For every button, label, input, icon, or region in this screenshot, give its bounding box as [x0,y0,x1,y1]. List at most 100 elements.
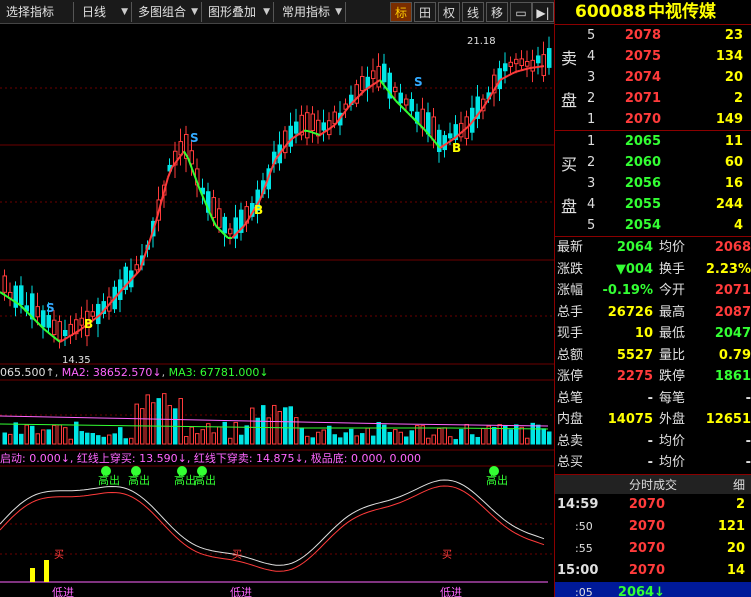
ask-row[interactable]: 2 2071 2 [583,88,751,109]
volume-bar [442,427,447,445]
volume-bar [13,422,18,445]
tick-price: 2070 [628,562,665,578]
stat-row: 总额 5527 量比 0.79 [555,345,751,367]
kline-chart[interactable]: SSSBBB 高出 高出 高出 高出 高出 低进买低进买低进买 21.18 14.35 0… [0,24,554,597]
trend-line-segment [51,334,57,340]
volume-bar [129,437,134,445]
overlay-dropdown[interactable]: 图形叠加 ▼ [204,2,274,22]
quote-stats: 最新 2064 均价 2068 涨跌 ▼004 换手 2.23% 涨幅 -0.19% 今开 2071 总… [555,236,751,474]
tick-row[interactable]: :05 2064↓ [555,581,751,597]
ask-level: 2 [587,91,596,106]
volume-bar [189,426,194,445]
volume-bar [404,436,409,445]
tick-row[interactable]: :50 2070 121 [555,516,751,538]
mark-tool-button[interactable]: 标 [390,2,412,22]
volume-bar [200,429,205,445]
chart-toolbar: 选择指标 日线 ▼ 多图组合 ▼ 图形叠加 ▼ 常用指标 ▼ 标 田 权 线 移 ▭ ▶… [0,0,554,24]
sell-signal-marker: S [46,301,55,315]
high-out-label: 高出 [98,473,120,487]
stat-row: 内盘 14075 外盘 12651 [555,409,751,431]
ask-row[interactable]: 1 2070 149 [583,109,751,130]
candle-body [35,306,40,318]
volume-bar [19,433,24,445]
ask-price: 2078 [624,28,661,43]
tick-time: :05 [575,585,593,597]
grid-tool-button[interactable]: 田 [414,2,436,22]
volume-bar [497,424,502,445]
tick-price: 2070 [628,518,665,534]
candle-body [547,48,552,68]
bid-price: 2060 [624,155,661,170]
end-tool-button[interactable]: ▶| [532,2,554,22]
multi-chart-dropdown[interactable]: 多图组合 ▼ [134,2,202,22]
tick-trades-list[interactable]: 14:59 2070 2:50 2070 121:55 2070 20 15:00 2070 14… [555,494,751,597]
select-indicator-button[interactable]: 选择指标 [2,2,74,22]
low-price-label: 14.35 [62,355,91,366]
window-tool-button[interactable]: ▭ [510,2,532,22]
trend-line-segment [315,132,321,136]
candle-body [305,112,310,139]
move-tool-button[interactable]: 移 [486,2,508,22]
tick-row[interactable]: 15:00 2070 14 [555,560,751,582]
bid-row[interactable]: 5 2054 4 [583,215,751,236]
buy-side-label-2: 盘 [560,197,577,216]
tick-volume: 14 [726,562,745,578]
high-out-label: 高出 [174,473,196,487]
indicator-legend: 启动: 0.000↓, 红线上穿买: 13.590↓, 红线下穿卖: 14.87… [0,452,421,465]
line-icon: 线 [466,6,479,20]
volume-bar [167,405,172,445]
ask-level: 3 [587,70,596,85]
ask-row[interactable]: 4 2075 134 [583,46,751,67]
volume-bar [57,424,62,445]
sell-side-label-1: 卖 [560,49,577,68]
rights-tool-button[interactable]: 权 [438,2,460,22]
select-indicator-label: 选择指标 [6,5,55,19]
stat-value: 2.23% [705,261,751,277]
trend-line-segment [523,67,529,71]
stat-label: 内盘 [557,412,584,427]
stat-label: 总卖 [557,433,584,449]
volume-bar [338,437,343,445]
volume-bar [310,437,315,445]
bid-price: 2054 [624,218,661,233]
bid-price: 2055 [624,197,661,212]
volume-bar [547,431,552,445]
stat-value: - [647,455,653,470]
stat-label: 总手 [557,304,584,320]
ask-row[interactable]: 5 2078 23 [583,25,751,46]
volume-bar [475,436,480,445]
volume-bar [321,429,326,445]
volume-bar [536,424,541,445]
common-indicators-dropdown[interactable]: 常用指标 ▼ [278,2,346,22]
stat-value: - [745,433,751,449]
ask-row[interactable]: 3 2074 20 [583,67,751,88]
tick-detail-button[interactable]: 细 [729,475,749,495]
volume-bar [272,404,277,445]
tick-trades-header[interactable]: 分时成交 细 [555,473,751,495]
volume-bar [118,427,123,445]
volume-bar [211,432,216,445]
stat-label: 均价 [659,455,686,470]
period-dropdown[interactable]: 日线 ▼ [78,2,132,22]
candle-body [211,197,216,218]
stat-label: 涨跌 [557,261,584,277]
candle-body [431,116,436,141]
ask-price: 2071 [624,91,661,106]
trend-line-segment [519,68,525,72]
bid-row[interactable]: 1 2065 11 [583,131,751,152]
volume-bar [299,427,304,445]
volume-bar [525,437,530,445]
bid-row[interactable]: 4 2055 244 [583,194,751,215]
kline-chart-canvas[interactable]: SSSBBB 高出 高出 高出高出 高出低进买低进买低进买 21.18 14.35 [0,24,554,597]
trend-line-segment [331,122,337,128]
line-tool-button[interactable]: 线 [462,2,484,22]
tick-row[interactable]: :55 2070 20 [555,538,751,560]
bid-row[interactable]: 3 2056 16 [583,173,751,194]
stat-value: 26726 [607,304,653,320]
stat-value: 2087 [714,304,751,320]
tick-row[interactable]: 14:59 2070 2 [555,494,751,516]
volume-bar [151,402,156,445]
trend-line-segment [35,320,41,326]
stock-code: 600088 [575,2,646,22]
bid-row[interactable]: 2 2060 60 [583,152,751,173]
